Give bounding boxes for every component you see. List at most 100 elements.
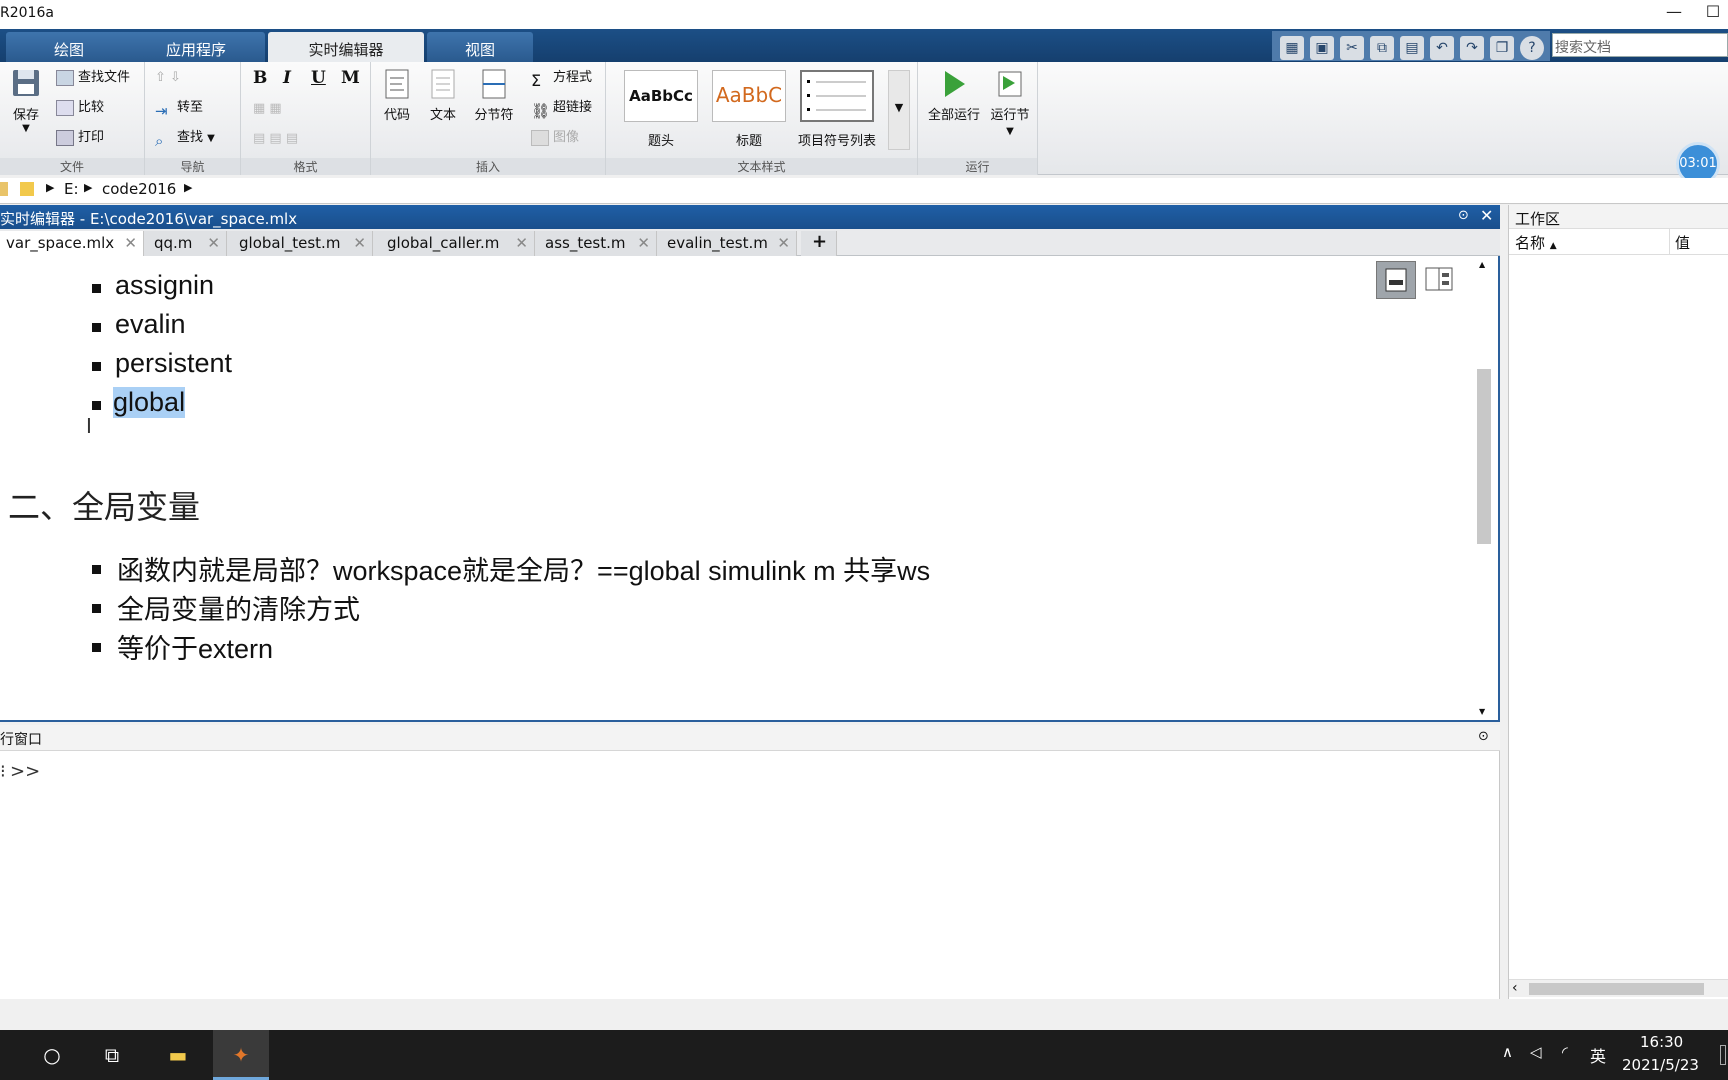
italic-button[interactable]: I [283,68,291,88]
clock-time[interactable]: 16:30 [1640,1033,1683,1051]
doc-tab[interactable]: global_test.m ✕ [227,231,373,256]
doc-tab[interactable]: var_space.mlx ✕ [0,231,144,256]
compare-button[interactable]: 比较 [56,97,104,119]
list-item[interactable]: 等价于extern [117,627,273,666]
styles-more-button[interactable]: ▼ [888,70,910,150]
file-explorer-icon[interactable]: ▬ [152,1030,204,1080]
up-arrow-icon[interactable]: ⇧ [155,70,166,85]
function-browser-icon[interactable]: ⁝ [0,761,6,782]
minimize-button[interactable]: — [1654,2,1694,26]
scroll-up-icon[interactable]: ▲ [1479,260,1485,269]
underline-button[interactable]: U [311,68,326,88]
group-label: 格式 [241,158,370,175]
clock-date[interactable]: 2021/5/23 [1622,1056,1699,1074]
scroll-thumb[interactable] [1477,369,1491,544]
copy-icon[interactable]: ⧉ [1370,36,1394,60]
list-item[interactable]: evalin [115,309,186,340]
doc-tab[interactable]: evalin_test.m ✕ [657,231,797,256]
find-files-button[interactable]: 查找文件 [56,67,130,89]
task-view-icon[interactable]: ⧉ [86,1030,138,1080]
equation-button[interactable]: Σ 方程式 [531,67,592,90]
run-section-icon [998,71,1022,97]
live-editor-content[interactable]: assignin evalin persistent global I 二、全局… [0,256,1500,722]
print-button[interactable]: 打印 [56,127,104,149]
tab-view[interactable]: 视图 [427,32,533,62]
chevron-down-icon: ▼ [1006,126,1014,137]
workspace-hscroll[interactable]: ‹ [1509,979,1728,997]
output-inline-icon[interactable] [1376,261,1416,299]
goto-button[interactable]: ⇥ 转至 [155,97,203,120]
group-insert: 代码 文本 分节符 Σ 方程式 ⛓ 超链接 图像 插入 [371,62,606,175]
monospace-button[interactable]: M [341,68,360,88]
close-tab-icon[interactable]: ✕ [777,234,790,252]
tray-expand-icon[interactable]: ∧ [1502,1043,1513,1061]
doc-tab[interactable]: qq.m ✕ [144,231,227,256]
close-tab-icon[interactable]: ✕ [637,234,650,252]
editor-scrollbar[interactable]: ▲ ▼ [1476,260,1491,716]
scroll-thumb[interactable] [1529,983,1704,995]
panel-menu-icon[interactable]: ⊙ [1478,729,1489,744]
style-heading-preview[interactable]: AaBbC [712,70,786,122]
bullet [92,362,101,371]
scroll-down-icon[interactable]: ▼ [1479,707,1485,716]
add-tab-button[interactable]: + [801,231,837,256]
save-button[interactable]: 保存 ▼ [6,68,46,134]
close-icon[interactable]: ✕ [1480,206,1493,225]
list-item[interactable]: assignin [115,270,214,301]
title-bar: R2016a — ☐ [0,0,1728,29]
cut-icon[interactable]: ✂ [1340,36,1364,60]
insert-text-button[interactable]: 文本 [423,68,463,123]
breadcrumb-folder[interactable]: code2016 [102,180,176,198]
list-item[interactable]: 全局变量的清除方式 [117,588,360,627]
new-doc-icon[interactable]: ▦ [1280,36,1304,60]
tab-live-editor[interactable]: 实时编辑器 [268,32,424,62]
scroll-left-icon[interactable]: ‹ [1512,980,1518,996]
volume-icon[interactable]: ◁ [1530,1043,1542,1061]
network-icon[interactable]: ◜ [1562,1043,1568,1061]
hyperlink-button[interactable]: ⛓ 超链接 [531,97,592,120]
insert-code-button[interactable]: 代码 [377,68,417,123]
command-window[interactable]: ⁝ >> [0,751,1500,999]
save-icon[interactable]: ▣ [1310,36,1334,60]
list-item-selected[interactable]: global [113,387,186,418]
redo-icon[interactable]: ↷ [1460,36,1484,60]
section-heading[interactable]: 二、全局变量 [8,482,200,528]
style-bulleted-label: 项目符号列表 [797,134,876,149]
panel-menu-icon[interactable]: ⊙ [1458,208,1469,223]
section-break-button[interactable]: 分节符 [469,68,519,123]
close-tab-icon[interactable]: ✕ [515,234,528,252]
breadcrumb-drive[interactable]: E: [64,180,79,198]
close-tab-icon[interactable]: ✕ [353,234,366,252]
list-item[interactable]: 函数内就是局部？workspace就是全局？==global simulink … [117,549,930,588]
column-divider[interactable] [1669,229,1670,255]
bold-button[interactable]: B [253,68,267,88]
maximize-button[interactable]: ☐ [1698,2,1728,26]
matlab-icon[interactable]: ✦ [213,1030,269,1080]
close-tab-icon[interactable]: ✕ [207,234,220,252]
show-desktop-button[interactable] [1720,1045,1726,1065]
run-section-button[interactable]: 运行节 ▼ [988,68,1032,138]
undo-icon[interactable]: ↶ [1430,36,1454,60]
style-bulleted-preview[interactable] [800,70,874,122]
list-item[interactable]: persistent [115,348,232,379]
ime-indicator[interactable]: 英 [1590,1043,1606,1067]
find-button[interactable]: ⌕ 查找 ▼ [155,127,215,150]
search-docs-input[interactable]: 搜索文档 [1552,33,1728,57]
output-right-icon[interactable] [1420,261,1460,299]
close-tab-icon[interactable]: ✕ [124,234,137,252]
image-button[interactable]: 图像 [531,127,579,149]
switch-windows-icon[interactable]: ❐ [1490,36,1514,60]
tab-apps[interactable]: 应用程序 [127,32,265,62]
column-name[interactable]: 名称 ▲ [1515,232,1557,253]
doc-tab[interactable]: ass_test.m ✕ [535,231,657,256]
help-icon[interactable]: ? [1520,36,1544,60]
paste-icon[interactable]: ▤ [1400,36,1424,60]
column-value[interactable]: 值 [1675,232,1690,253]
tab-plots[interactable]: 绘图 [6,32,132,62]
down-arrow-icon[interactable]: ⇩ [170,70,181,85]
doc-tab[interactable]: global_caller.m ✕ [373,231,535,256]
search-circle-icon[interactable]: ○ [26,1030,78,1080]
run-all-button[interactable]: 全部运行 [924,68,984,123]
window-title: R2016a [0,5,54,21]
style-title-preview[interactable]: AaBbCc [624,70,698,122]
